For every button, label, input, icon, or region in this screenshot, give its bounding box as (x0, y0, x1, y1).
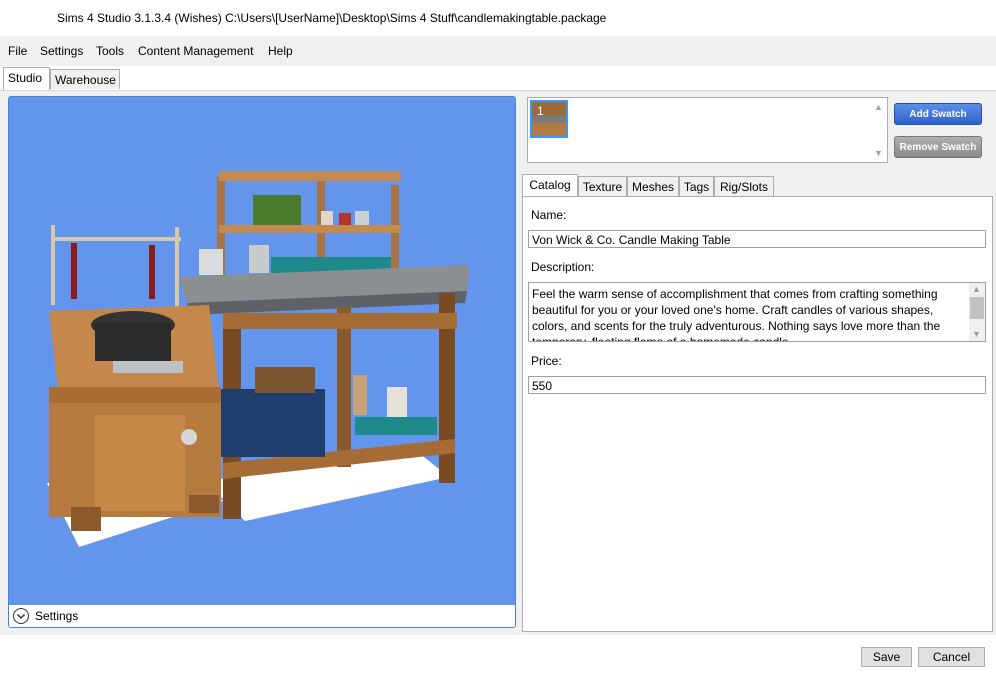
scroll-up-icon[interactable]: ▲ (972, 284, 981, 294)
description-label: Description: (531, 260, 595, 274)
tab-catalog[interactable]: Catalog (522, 174, 578, 197)
swatch-list[interactable]: 1 ▲ ▼ (527, 97, 888, 163)
swatch-scrollbar[interactable]: ▲ ▼ (871, 98, 887, 162)
title-bar: Sims 4 Studio 3.1.3.4 (Wishes) C:\Users\… (0, 0, 996, 36)
tab-meshes[interactable]: Meshes (627, 176, 679, 196)
menu-bar: File Settings Tools Content Management H… (0, 36, 996, 66)
description-field[interactable]: Feel the warm sense of accomplishment th… (528, 282, 986, 342)
chevron-down-icon[interactable] (13, 608, 29, 624)
menu-content-management[interactable]: Content Management (138, 44, 253, 58)
name-label: Name: (531, 208, 567, 222)
description-scrollbar[interactable]: ▲ ▼ (969, 283, 985, 341)
remove-swatch-button[interactable]: Remove Swatch (894, 136, 982, 158)
main-tabs: Studio Warehouse (0, 66, 996, 90)
cancel-button[interactable]: Cancel (918, 647, 985, 667)
swatch-number: 1 (537, 104, 544, 118)
scroll-down-icon[interactable]: ▼ (874, 148, 883, 158)
tab-texture[interactable]: Texture (578, 176, 627, 196)
scroll-up-icon[interactable]: ▲ (874, 102, 883, 112)
menu-tools[interactable]: Tools (96, 44, 124, 58)
tab-rig-slots[interactable]: Rig/Slots (714, 176, 774, 196)
preview-settings-bar[interactable]: Settings (9, 605, 515, 627)
scrollbar-thumb[interactable] (970, 297, 984, 319)
swatch-item[interactable]: 1 (530, 100, 568, 138)
preview-panel: Settings (8, 96, 516, 628)
price-field[interactable]: 550 (528, 376, 986, 394)
3d-viewport[interactable] (9, 97, 515, 605)
tab-warehouse[interactable]: Warehouse (50, 69, 120, 89)
candle-making-table-render (47, 171, 469, 547)
scroll-down-icon[interactable]: ▼ (972, 329, 981, 339)
save-button[interactable]: Save (861, 647, 912, 667)
menu-file[interactable]: File (8, 44, 27, 58)
window-title: Sims 4 Studio 3.1.3.4 (Wishes) C:\Users\… (57, 11, 607, 25)
price-label: Price: (531, 354, 562, 368)
tab-studio[interactable]: Studio (3, 67, 50, 90)
add-swatch-button[interactable]: Add Swatch (894, 103, 982, 125)
settings-label: Settings (35, 609, 79, 623)
description-text: Feel the warm sense of accomplishment th… (532, 287, 941, 342)
menu-settings[interactable]: Settings (40, 44, 83, 58)
menu-help[interactable]: Help (268, 44, 293, 58)
tab-tags[interactable]: Tags (679, 176, 714, 196)
name-field[interactable]: Von Wick & Co. Candle Making Table (528, 230, 986, 248)
